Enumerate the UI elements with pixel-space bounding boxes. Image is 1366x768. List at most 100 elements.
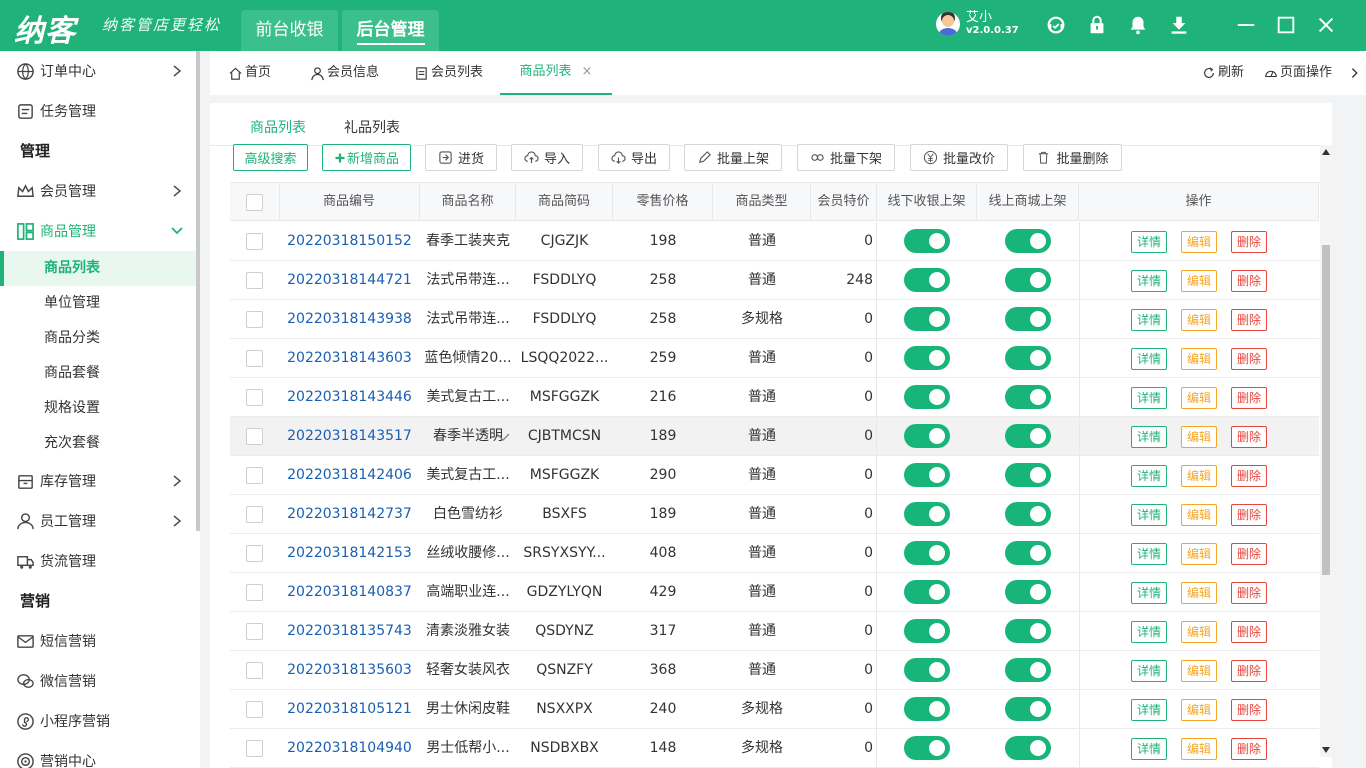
online-shelf-toggle[interactable]	[1005, 502, 1051, 526]
batch-off-shelf-button[interactable]: 批量下架	[797, 144, 895, 171]
column-header[interactable]: 商品类型	[713, 183, 811, 221]
online-shelf-toggle[interactable]	[1005, 424, 1051, 448]
sidebar-subitem-6[interactable]: 单位管理	[0, 286, 196, 321]
row-checkbox[interactable]	[246, 584, 263, 601]
detail-button[interactable]: 详情	[1131, 465, 1167, 487]
detail-button[interactable]: 详情	[1131, 426, 1167, 448]
sidebar-item-11[interactable]: 库存管理	[0, 461, 196, 501]
offline-shelf-toggle[interactable]	[904, 229, 950, 253]
sidebar-item-4[interactable]: 商品管理	[0, 211, 196, 251]
column-header[interactable]: 操作	[1079, 183, 1319, 221]
bell-icon[interactable]	[1127, 14, 1149, 36]
product-code-link[interactable]: 20220318142737	[279, 495, 420, 533]
batch-delete-button[interactable]: 批量删除	[1023, 144, 1122, 171]
table-row[interactable]: 20220318143517 春季半透明 CJBTMCSN 189 普通 0 详情 编辑 删除	[230, 417, 1319, 456]
offline-shelf-toggle[interactable]	[904, 307, 950, 331]
refresh-button[interactable]: 刷新	[1202, 51, 1244, 95]
online-shelf-toggle[interactable]	[1005, 346, 1051, 370]
row-checkbox[interactable]	[246, 662, 263, 679]
row-checkbox[interactable]	[246, 389, 263, 406]
offline-shelf-toggle[interactable]	[904, 385, 950, 409]
delete-button[interactable]: 删除	[1231, 699, 1267, 721]
support-icon[interactable]	[1045, 14, 1067, 36]
detail-button[interactable]: 详情	[1131, 543, 1167, 565]
sidebar-subitem-10[interactable]: 充次套餐	[0, 426, 196, 461]
detail-button[interactable]: 详情	[1131, 387, 1167, 409]
maximize-icon[interactable]	[1275, 14, 1297, 36]
product-code-link[interactable]: 20220318135603	[279, 651, 420, 689]
online-shelf-toggle[interactable]	[1005, 463, 1051, 487]
product-code-link[interactable]: 20220318143446	[279, 378, 420, 416]
table-row[interactable]: 20220318104940 男士低帮小... NSDBXBX 148 多规格 0 详情 编辑…	[230, 729, 1319, 768]
stock-in-button[interactable]: 进货	[425, 144, 497, 171]
tabs-scroll-right[interactable]	[1348, 51, 1364, 95]
product-code-link[interactable]: 20220318143517	[279, 417, 420, 455]
edit-button[interactable]: 编辑	[1181, 231, 1217, 253]
product-code-link[interactable]: 20220318143938	[279, 300, 420, 338]
sidebar-item-16[interactable]: 微信营销	[0, 661, 196, 701]
sidebar-item-13[interactable]: 货流管理	[0, 541, 196, 581]
add-product-button[interactable]: 新增商品	[322, 144, 411, 171]
table-row[interactable]: 20220318150152 春季工装夹克 CJGZJK 198 普通 0 详情 编辑 删除	[230, 222, 1319, 261]
edit-button[interactable]: 编辑	[1181, 309, 1217, 331]
sidebar-item-17[interactable]: 小程序营销	[0, 701, 196, 741]
delete-button[interactable]: 删除	[1231, 543, 1267, 565]
delete-button[interactable]: 删除	[1231, 504, 1267, 526]
detail-button[interactable]: 详情	[1131, 231, 1167, 253]
tab-product-list[interactable]: 商品列表 ×	[500, 51, 612, 95]
online-shelf-toggle[interactable]	[1005, 736, 1051, 760]
sidebar-subitem-7[interactable]: 商品分类	[0, 321, 196, 356]
table-row[interactable]: 20220318144721 法式吊带连... FSDDLYQ 258 普通 248 详情编…	[230, 261, 1319, 300]
detail-button[interactable]: 详情	[1131, 270, 1167, 292]
online-shelf-toggle[interactable]	[1005, 697, 1051, 721]
delete-button[interactable]: 删除	[1231, 426, 1267, 448]
table-row[interactable]: 20220318142737 白色雪纺衫 BSXFS 189 普通 0 详情 编辑 删除	[230, 495, 1319, 534]
offline-shelf-toggle[interactable]	[904, 736, 950, 760]
table-row[interactable]: 20220318140837 高端职业连... GDZYLYQN 429 普通 0 详情 编辑…	[230, 573, 1319, 612]
delete-button[interactable]: 删除	[1231, 387, 1267, 409]
row-checkbox[interactable]	[246, 272, 263, 289]
table-row[interactable]: 20220318105121 男士休闲皮鞋 NSXXPX 240 多规格 0 详情 编辑 删除	[230, 690, 1319, 729]
subtab-gift-list[interactable]: 礼品列表	[344, 117, 400, 137]
scroll-thumb[interactable]	[1322, 245, 1330, 575]
batch-reprice-button[interactable]: 批量改价	[910, 144, 1008, 171]
detail-button[interactable]: 详情	[1131, 738, 1167, 760]
sidebar-item-0[interactable]: 订单中心	[0, 51, 196, 91]
row-checkbox[interactable]	[246, 701, 263, 718]
nav-back-admin[interactable]: 后台管理	[342, 10, 439, 51]
row-checkbox[interactable]	[246, 740, 263, 757]
batch-on-shelf-button[interactable]: 批量上架	[684, 144, 782, 171]
delete-button[interactable]: 删除	[1231, 582, 1267, 604]
detail-button[interactable]: 详情	[1131, 309, 1167, 331]
sidebar-subitem-9[interactable]: 规格设置	[0, 391, 196, 426]
detail-button[interactable]: 详情	[1131, 621, 1167, 643]
column-header[interactable]: 线下收银上架	[877, 183, 977, 221]
user-menu[interactable]: 艾小 v2.0.0.37	[936, 11, 1019, 37]
edit-button[interactable]: 编辑	[1181, 465, 1217, 487]
edit-button[interactable]: 编辑	[1181, 699, 1217, 721]
table-row[interactable]: 20220318135743 清素淡雅女装 QSDYNZ 317 普通 0 详情 编辑 删除	[230, 612, 1319, 651]
delete-button[interactable]: 删除	[1231, 348, 1267, 370]
column-header[interactable]: 商品编号	[279, 183, 420, 221]
online-shelf-toggle[interactable]	[1005, 658, 1051, 682]
row-checkbox[interactable]	[246, 467, 263, 484]
delete-button[interactable]: 删除	[1231, 231, 1267, 253]
edit-button[interactable]: 编辑	[1181, 660, 1217, 682]
chevron-down-icon[interactable]	[496, 432, 510, 442]
row-checkbox[interactable]	[246, 506, 263, 523]
offline-shelf-toggle[interactable]	[904, 658, 950, 682]
edit-button[interactable]: 编辑	[1181, 348, 1217, 370]
table-row[interactable]: 20220318142406 美式复古工... MSFGGZK 290 普通 0 详情 编辑删…	[230, 456, 1319, 495]
advanced-search-button[interactable]: 高级搜索	[233, 144, 308, 171]
online-shelf-toggle[interactable]	[1005, 385, 1051, 409]
offline-shelf-toggle[interactable]	[904, 697, 950, 721]
product-code-link[interactable]: 20220318143603	[279, 339, 420, 377]
edit-button[interactable]: 编辑	[1181, 387, 1217, 409]
column-header[interactable]: 会员特价	[811, 183, 877, 221]
detail-button[interactable]: 详情	[1131, 699, 1167, 721]
online-shelf-toggle[interactable]	[1005, 229, 1051, 253]
detail-button[interactable]: 详情	[1131, 348, 1167, 370]
product-code-link[interactable]: 20220318144721	[279, 261, 420, 299]
online-shelf-toggle[interactable]	[1005, 580, 1051, 604]
delete-button[interactable]: 删除	[1231, 660, 1267, 682]
